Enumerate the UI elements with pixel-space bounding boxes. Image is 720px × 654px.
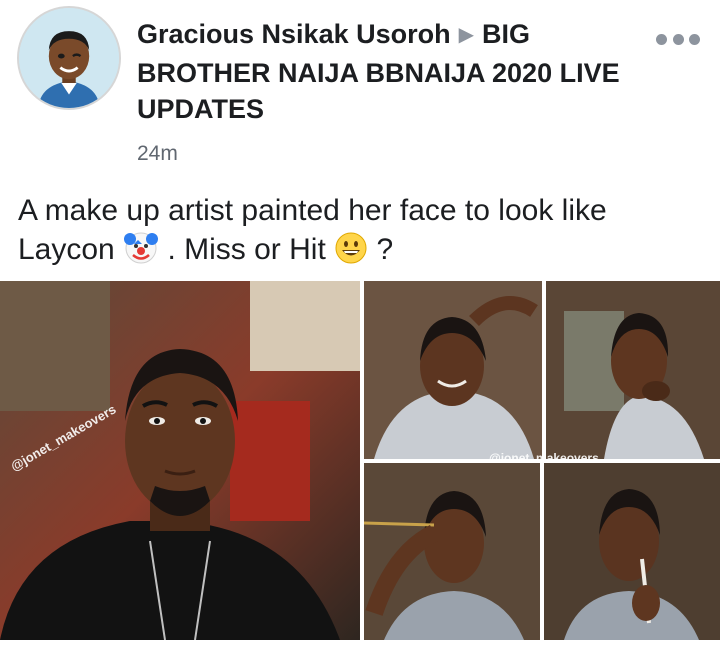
more-dot [689,34,700,45]
shared-to-arrow-icon: ▶ [458,24,475,46]
more-dot [656,34,667,45]
post-caption: A make up artist painted her face to loo… [18,192,708,268]
caption-text-3: ? [376,233,394,266]
photo-before-makeup[interactable]: @jonet_makeovers [364,281,720,459]
post-title: Gracious Nsikak Usoroh ▶ BIG BROTHER NAIJA… [137,16,637,127]
post-header: Gracious Nsikak Usoroh ▶ BIG BROTHER NAIJA… [0,0,720,175]
caption-text-2: . Miss or Hit [167,233,326,266]
laycon-photo-image [0,281,360,640]
author-name[interactable]: Gracious Nsikak Usoroh [137,19,451,49]
during-makeup-photo-image [364,463,720,640]
clown-face-icon [124,232,159,264]
before-makeup-photo-image [364,281,720,459]
avatar-bitmoji-image [19,8,119,108]
photo-during-makeup[interactable] [364,463,720,640]
author-avatar[interactable] [17,6,121,110]
post-timestamp[interactable]: 24m [137,142,178,166]
photo-grid: @jonet_makeovers @jonet_makeovers [0,281,720,640]
more-dot [672,34,684,45]
more-options-icon[interactable] [656,34,700,48]
photo-laycon[interactable]: @jonet_makeovers [0,281,360,640]
grinning-face-icon [335,232,367,264]
photo-watermark: @jonet_makeovers [489,451,599,459]
